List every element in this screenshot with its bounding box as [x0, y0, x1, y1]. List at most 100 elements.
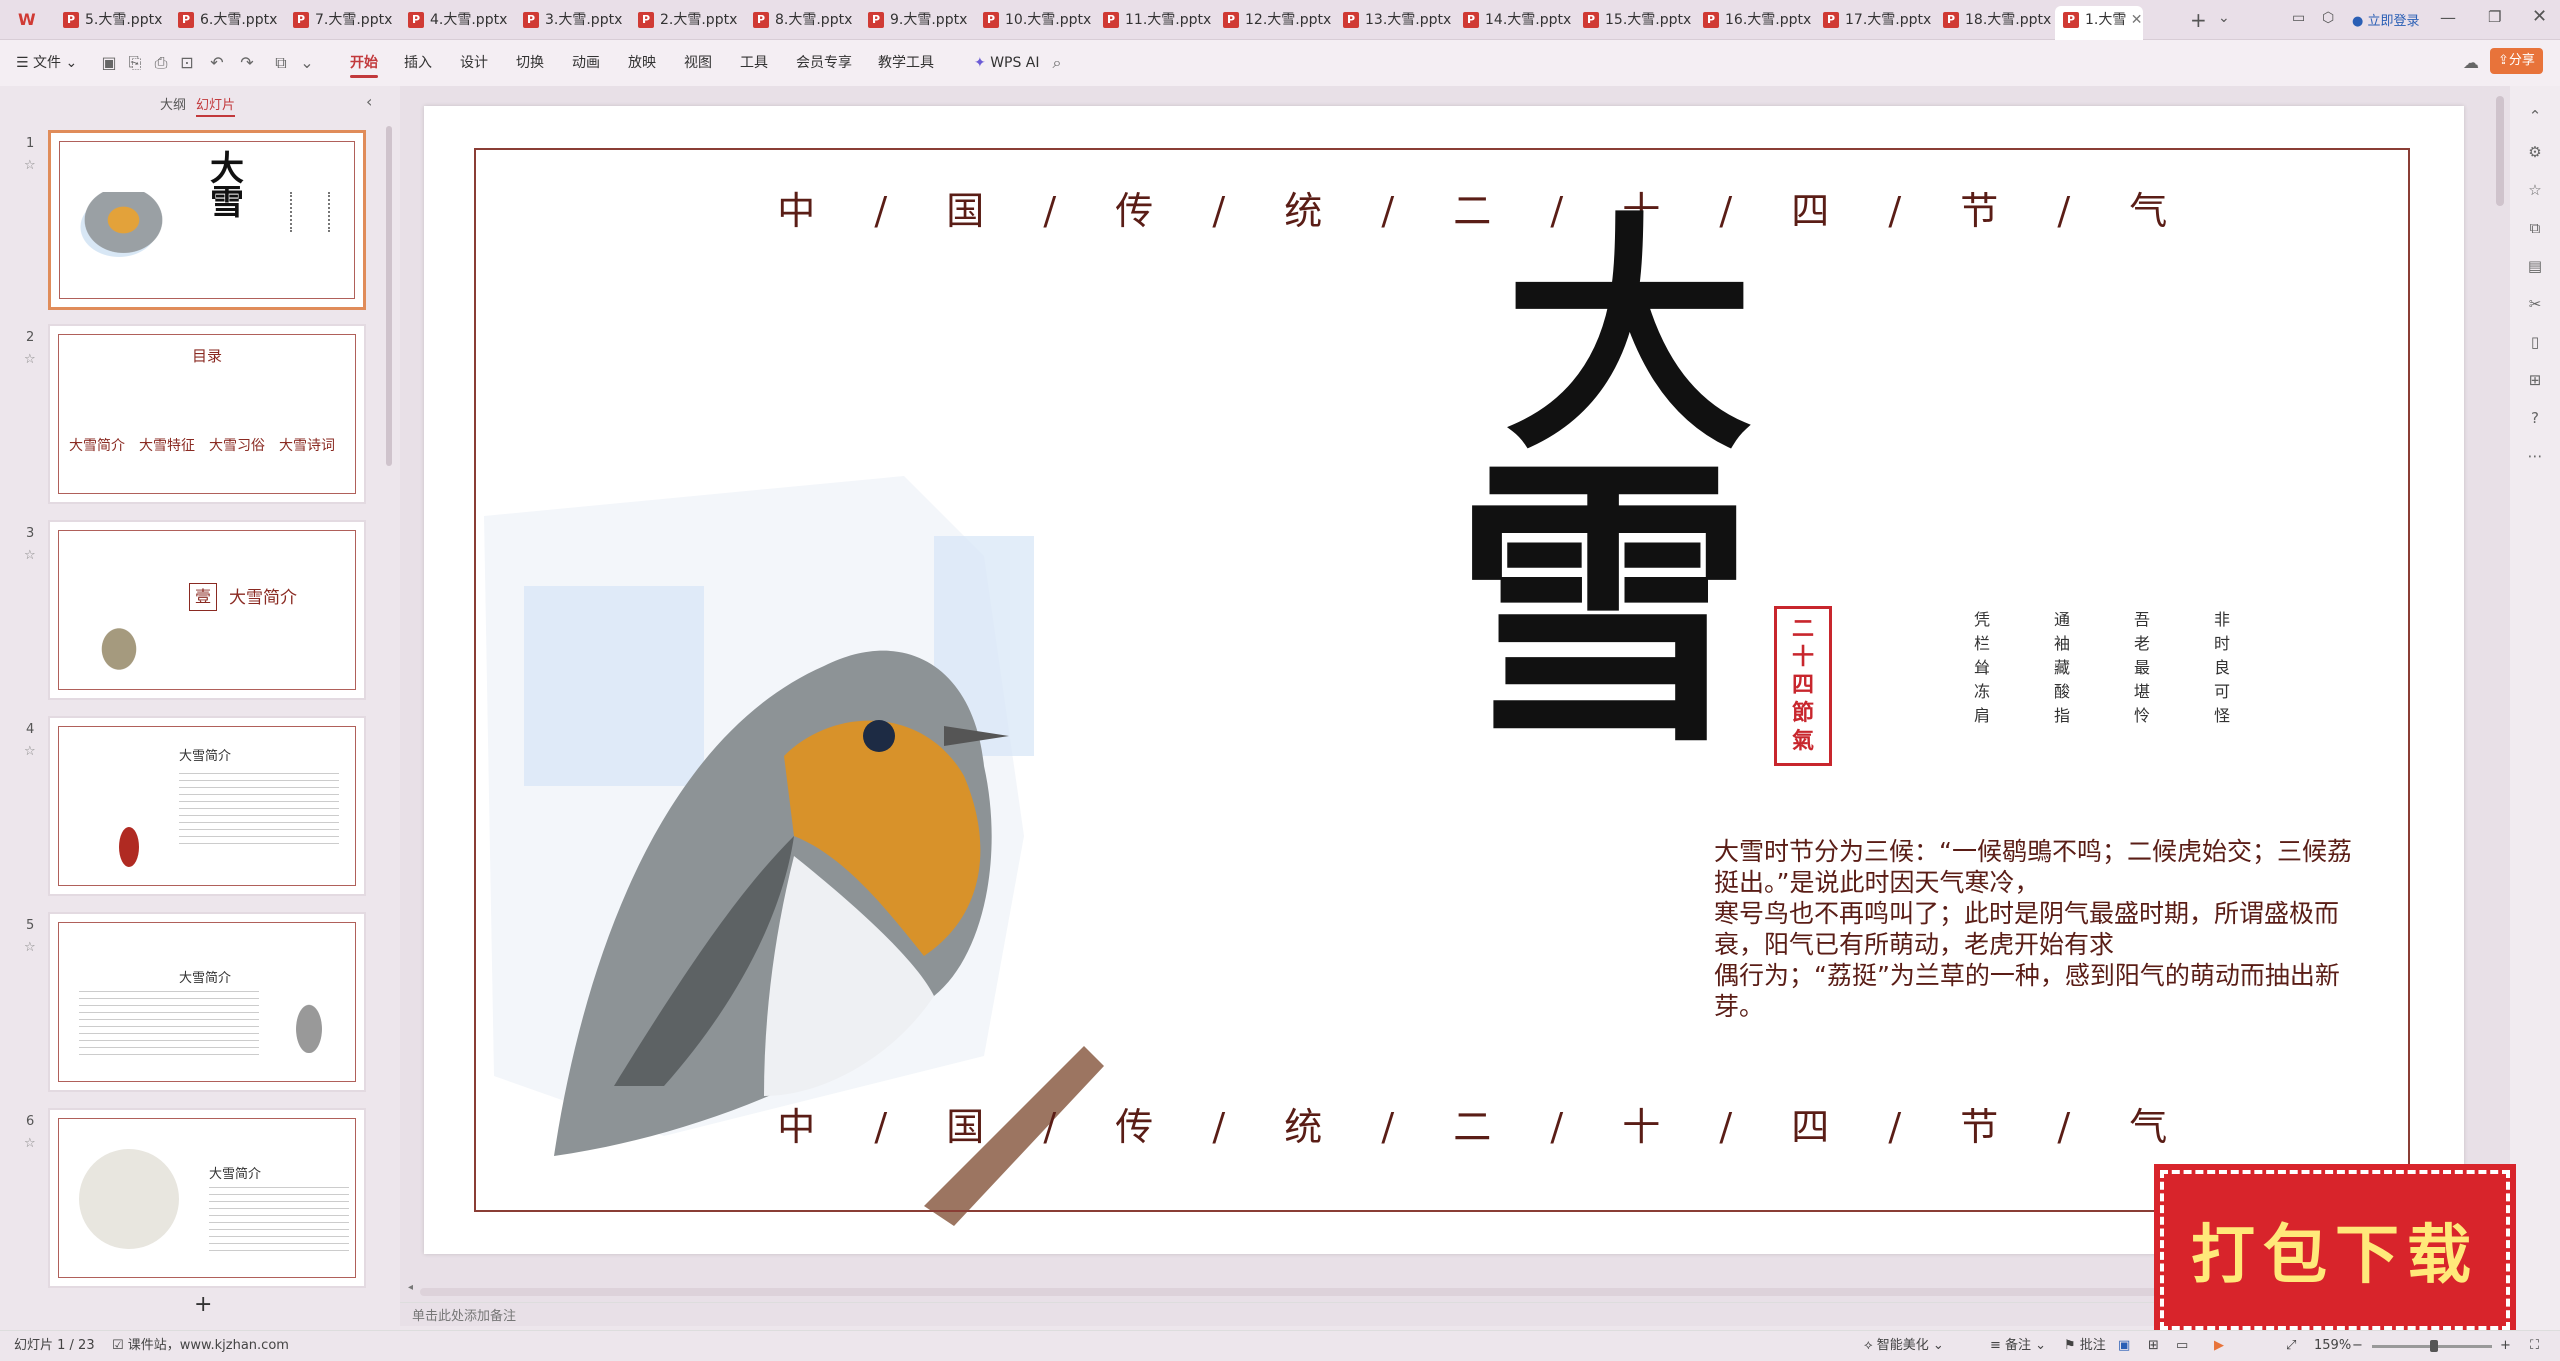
- reading-view-icon[interactable]: ▭: [2176, 1331, 2188, 1361]
- tab-transition[interactable]: 切换: [516, 40, 544, 86]
- tab-outline[interactable]: 大纲: [160, 94, 186, 113]
- document-tab[interactable]: P 5.大雪.pptx: [55, 6, 162, 34]
- more-chevron-icon[interactable]: ⌄: [296, 52, 318, 74]
- document-tab[interactable]: P 1.大雪 ✕: [2055, 6, 2143, 40]
- login-button[interactable]: ● 立即登录: [2352, 10, 2420, 29]
- scroll-left-icon[interactable]: ◂: [408, 1282, 413, 1293]
- document-tab[interactable]: P 12.大雪.pptx: [1215, 6, 1331, 34]
- source-link[interactable]: ☑ 课件站，www.kjzhan.com: [112, 1331, 289, 1361]
- print-icon[interactable]: ⎙: [150, 52, 172, 74]
- comment-button[interactable]: ⚑ 批注: [2064, 1331, 2106, 1361]
- new-tab-icon[interactable]: +: [2190, 8, 2207, 32]
- document-tab[interactable]: P 4.大雪.pptx: [400, 6, 507, 34]
- document-tab[interactable]: P 15.大雪.pptx: [1575, 6, 1691, 34]
- star-icon[interactable]: ☆: [24, 940, 36, 955]
- redo-icon[interactable]: ↷: [236, 52, 258, 74]
- tab-animation[interactable]: 动画: [572, 40, 600, 86]
- slide-thumbnail-5[interactable]: 大雪简介: [48, 912, 366, 1092]
- wps-ai-button[interactable]: ✦ WPS AI: [974, 40, 1040, 86]
- fullscreen-icon[interactable]: ⛶: [2530, 1331, 2539, 1361]
- slide-thumbnail-panel: 大纲 幻灯片 ‹ 1 ☆ 大雪 2 ☆ 目录 大雪简介 大雪特征 大雪习俗 大雪…: [0, 86, 400, 1326]
- settings-sliders-icon[interactable]: ⚙: [2525, 142, 2545, 162]
- document-tab[interactable]: P 3.大雪.pptx: [515, 6, 622, 34]
- tab-list-chevron-icon[interactable]: ⌄: [2218, 10, 2230, 26]
- help-icon[interactable]: ?: [2525, 408, 2545, 428]
- star-favorite-icon[interactable]: ☆: [2525, 180, 2545, 200]
- tab-tools[interactable]: 工具: [740, 40, 768, 86]
- tab-teaching[interactable]: 教学工具: [878, 40, 934, 86]
- document-tab[interactable]: P 6.大雪.pptx: [170, 6, 277, 34]
- play-slideshow-icon[interactable]: ▶: [2214, 1331, 2224, 1361]
- download-badge[interactable]: 打包下载: [2154, 1164, 2516, 1336]
- image-edit-icon[interactable]: ▤: [2525, 256, 2545, 276]
- tab-member[interactable]: 会员专享: [796, 40, 852, 86]
- export-icon[interactable]: ⎘: [124, 52, 146, 74]
- slide-thumbnail-1[interactable]: 大雪: [48, 130, 366, 310]
- document-tab[interactable]: P 2.大雪.pptx: [630, 6, 737, 34]
- document-tab[interactable]: P 13.大雪.pptx: [1335, 6, 1451, 34]
- download-label: 打包下载: [2191, 1218, 2479, 1293]
- slide-sorter-icon[interactable]: ⊞: [2148, 1331, 2159, 1361]
- zoom-in-icon[interactable]: +: [2500, 1331, 2511, 1361]
- tab-label: 11.大雪.pptx: [1125, 12, 1212, 28]
- notes-toggle-button[interactable]: ≡ 备注 ⌄: [1990, 1331, 2046, 1361]
- cube-icon[interactable]: ⬡: [2322, 10, 2334, 26]
- window-layout-icon[interactable]: ▭: [2292, 10, 2305, 26]
- restore-icon[interactable]: ❐: [2488, 8, 2501, 26]
- slide-thumbnail-4[interactable]: 大雪简介: [48, 716, 366, 896]
- undo-icon[interactable]: ↶: [206, 52, 228, 74]
- close-tab-icon[interactable]: ✕: [2126, 12, 2143, 28]
- star-icon[interactable]: ☆: [24, 548, 36, 563]
- tab-design[interactable]: 设计: [460, 40, 488, 86]
- smart-beautify-button[interactable]: ⟡ 智能美化 ⌄: [1864, 1331, 1944, 1361]
- print-preview-icon[interactable]: ⊡: [176, 52, 198, 74]
- document-tab[interactable]: P 10.大雪.pptx: [975, 6, 1091, 34]
- save-icon[interactable]: ▣: [98, 52, 120, 74]
- title-char: 中: [777, 1105, 816, 1149]
- minimize-icon[interactable]: —: [2440, 8, 2456, 27]
- document-tab[interactable]: P 16.大雪.pptx: [1695, 6, 1811, 34]
- document-tab[interactable]: P 8.大雪.pptx: [745, 6, 852, 34]
- copy-icon[interactable]: ⧉: [2525, 218, 2545, 238]
- star-icon[interactable]: ☆: [24, 1136, 36, 1151]
- search-icon[interactable]: ⌕: [1046, 52, 1068, 74]
- format-painter-icon[interactable]: ⧉: [270, 52, 292, 74]
- file-menu[interactable]: ☰ 文件 ⌄: [16, 40, 77, 86]
- zoom-slider-thumb[interactable]: [2430, 1340, 2438, 1352]
- magic-tools-icon[interactable]: ✂: [2525, 294, 2545, 314]
- vertical-scrollbar[interactable]: [2496, 96, 2504, 206]
- normal-view-icon[interactable]: ▣: [2118, 1331, 2130, 1361]
- close-window-icon[interactable]: ✕: [2532, 6, 2547, 27]
- share-button[interactable]: ⇪分享: [2490, 48, 2543, 74]
- slide-thumbnail-2[interactable]: 目录 大雪简介 大雪特征 大雪习俗 大雪诗词: [48, 324, 366, 504]
- document-tab[interactable]: P 9.大雪.pptx: [860, 6, 967, 34]
- tab-insert[interactable]: 插入: [404, 40, 432, 86]
- slide-thumbnail-3[interactable]: 壹 大雪简介: [48, 520, 366, 700]
- more-dots-icon[interactable]: ⋯: [2525, 446, 2545, 466]
- thumb-scrollbar[interactable]: [386, 126, 392, 466]
- fit-icon[interactable]: ⤢: [2286, 1331, 2296, 1361]
- document-tab[interactable]: P 18.大雪.pptx: [1935, 6, 2051, 34]
- tab-slides[interactable]: 幻灯片: [196, 94, 236, 117]
- star-icon[interactable]: ☆: [24, 352, 36, 367]
- wps-logo-icon[interactable]: W: [18, 10, 38, 30]
- cloud-sync-icon[interactable]: ☁: [2460, 52, 2482, 74]
- document-tab[interactable]: P 14.大雪.pptx: [1455, 6, 1571, 34]
- zoom-out-icon[interactable]: −: [2352, 1331, 2363, 1361]
- collapse-panel-icon[interactable]: ‹: [366, 92, 372, 111]
- tab-slideshow[interactable]: 放映: [628, 40, 656, 86]
- star-icon[interactable]: ☆: [24, 158, 36, 173]
- document-tab[interactable]: P 7.大雪.pptx: [285, 6, 392, 34]
- collapse-up-icon[interactable]: ⌃: [2525, 106, 2545, 126]
- star-icon[interactable]: ☆: [24, 744, 36, 759]
- document-tab[interactable]: P 11.大雪.pptx: [1095, 6, 1211, 34]
- slide-1[interactable]: 中 / 国 / 传 / 统 / 二 / 十 / 四 / 节 / 气 中 / 国 / 传 / 统 / 二 / 十 / 四 / 节 / 气 大 雪 …: [424, 106, 2464, 1254]
- document-tab[interactable]: P 17.大雪.pptx: [1815, 6, 1931, 34]
- add-slide-button[interactable]: +: [194, 1292, 212, 1317]
- tab-home[interactable]: 开始: [350, 40, 378, 86]
- tab-view[interactable]: 视图: [684, 40, 712, 86]
- slide-thumbnail-6[interactable]: 大雪简介: [48, 1108, 366, 1288]
- zoom-level[interactable]: 159%: [2314, 1331, 2351, 1361]
- book-icon[interactable]: ▯: [2525, 332, 2545, 352]
- stamp-icon[interactable]: ⊞: [2525, 370, 2545, 390]
